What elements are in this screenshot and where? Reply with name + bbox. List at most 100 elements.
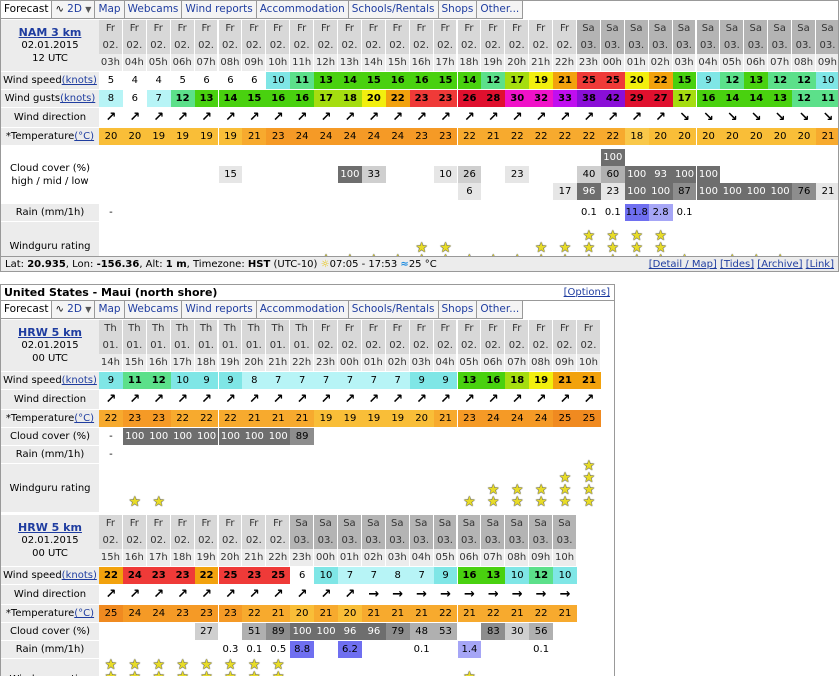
cloud-cell: 27 [194,623,219,640]
detail-map-link[interactable]: [Detail / Map] [649,259,717,270]
temperature-cell: 18 [624,128,649,145]
tab-map[interactable]: Map [95,301,125,318]
date-cell: 03. [792,37,815,54]
rain-cell [481,446,505,463]
date-cell: 02. [385,37,409,54]
hour-cell: 01h [624,54,648,71]
celsius-link[interactable]: (°C) [74,130,94,143]
tab-other-label: Other... [480,303,520,315]
timezone: HST [247,259,271,270]
wind-gust-cell: 14 [720,90,745,107]
rating-cell: ★★★ [171,658,195,676]
day-cell: Sa [792,20,815,37]
cloud-cover-text: Cloud cover (%) [9,431,91,442]
tab-shops[interactable]: Shops [438,1,478,18]
day-cell: Sa [624,20,648,37]
celsius-link[interactable]: (°C) [74,607,94,620]
cloud-cell [123,623,147,640]
rain-cell: 0.3 [222,644,239,655]
tab-graph[interactable]: ∿ 2D ▼ [52,1,96,18]
link-link[interactable]: [Link] [806,259,834,270]
tab-shops[interactable]: Shops [438,301,478,318]
wind-direction-arrow-icon: ↗ [272,110,284,125]
knots-link[interactable]: (knots) [62,374,97,387]
tab-forecast[interactable]: Forecast [1,1,53,18]
hour-cell: 01h [338,549,361,566]
hour-cell: 03h [672,54,696,71]
tides-link[interactable]: [Tides] [720,259,754,270]
tab-other[interactable]: Other... [477,301,524,318]
knots-link[interactable]: (knots) [60,92,95,105]
star-icon: ★ [129,670,142,676]
tab-webcams[interactable]: Webcams [124,301,183,318]
cloud-cell [553,623,577,640]
cloud-cover-label: Cloud cover (%) [1,428,99,445]
celsius-link[interactable]: (°C) [74,412,94,425]
tab-graph[interactable]: ∿ 2D ▼ [52,301,96,318]
rain-cell [434,641,458,658]
rain-label: Rain (mm/1h) [1,641,99,658]
archive-link[interactable]: [Archive] [757,259,802,270]
rain-cell [219,204,243,221]
tab-wind-reports[interactable]: Wind reports [182,1,257,18]
tab-map[interactable]: Map [95,1,125,18]
hour-cell: 07h [481,549,505,566]
rain-cell [195,446,219,463]
model-name-link[interactable]: HRW 5 km [18,521,82,534]
rating-cell [386,464,410,512]
tab-webcams[interactable]: Webcams [124,1,183,18]
wind-direction-arrow-icon: ↗ [440,392,451,407]
temperature-cell: 21 [816,128,838,145]
tab-forecast[interactable]: Forecast [1,301,53,318]
cloud-cell [529,183,553,200]
tab-schools-rentals[interactable]: Schools/Rentals [348,301,439,318]
tab-accommodation[interactable]: Accommodation [256,301,349,318]
wave-graph-icon: ∿ [55,304,64,315]
day-cell: Sa [338,515,361,532]
date-cell: 03. [600,37,624,54]
tab-accommodation[interactable]: Accommodation [256,1,349,18]
day-cell: Fr [338,320,361,337]
hour-cell: 04h [433,354,457,371]
day-cell: Sa [768,20,792,37]
tab-schools-rentals[interactable]: Schools/Rentals [348,1,439,18]
knots-link[interactable]: (knots) [62,74,97,87]
tab-accommodation-label: Accommodation [259,303,345,315]
day-cell: Fr [194,515,218,532]
wind-gusts-text: Wind gusts [4,93,61,104]
cloud-cell: 23 [505,166,530,183]
tab-other[interactable]: Other... [477,1,524,18]
options-link[interactable]: [Options] [564,285,610,301]
cloud-cell: 51 [242,623,267,640]
hour-cell: 22h [553,54,576,71]
hour-cell: 07h [194,54,218,71]
tab-wind-reports[interactable]: Wind reports [182,301,257,318]
wind-speed-cell: 19 [529,72,554,89]
rain-cell: 0.5 [270,644,287,655]
wind-gust-cell: 6 [122,90,147,107]
cloud-cell [720,149,744,166]
rain-cell [362,641,386,658]
cloud-cell [577,149,601,166]
temperature-cell: 20 [338,605,362,622]
temperature-cell: 21 [505,605,530,622]
wind-speed-text: Wind speed [3,375,62,386]
model-name-link[interactable]: HRW 5 km [18,326,82,339]
rating-cell: ★★ [529,464,553,512]
model-name-link[interactable]: NAM 3 km [19,26,82,39]
rain-cell [314,641,338,658]
hour-cell: 00h [600,54,624,71]
hour-cell: 00h [314,549,337,566]
rain-cell: 0.1 [413,644,430,655]
cloud-cell [649,149,673,166]
wind-direction-arrow-icon: ↗ [487,392,499,407]
rating-cell: ★★★ [553,464,577,512]
wind-speed-cell: 6 [290,567,315,584]
knots-link[interactable]: (knots) [62,569,97,582]
temperature-text: *Temperature [5,608,75,619]
day-cell: Fr [99,515,122,532]
rain-cell [266,204,290,221]
temperature-cell: 20 [648,128,673,145]
hour-cell: 06h [481,354,505,371]
temperature-text: *Temperature [5,413,75,424]
